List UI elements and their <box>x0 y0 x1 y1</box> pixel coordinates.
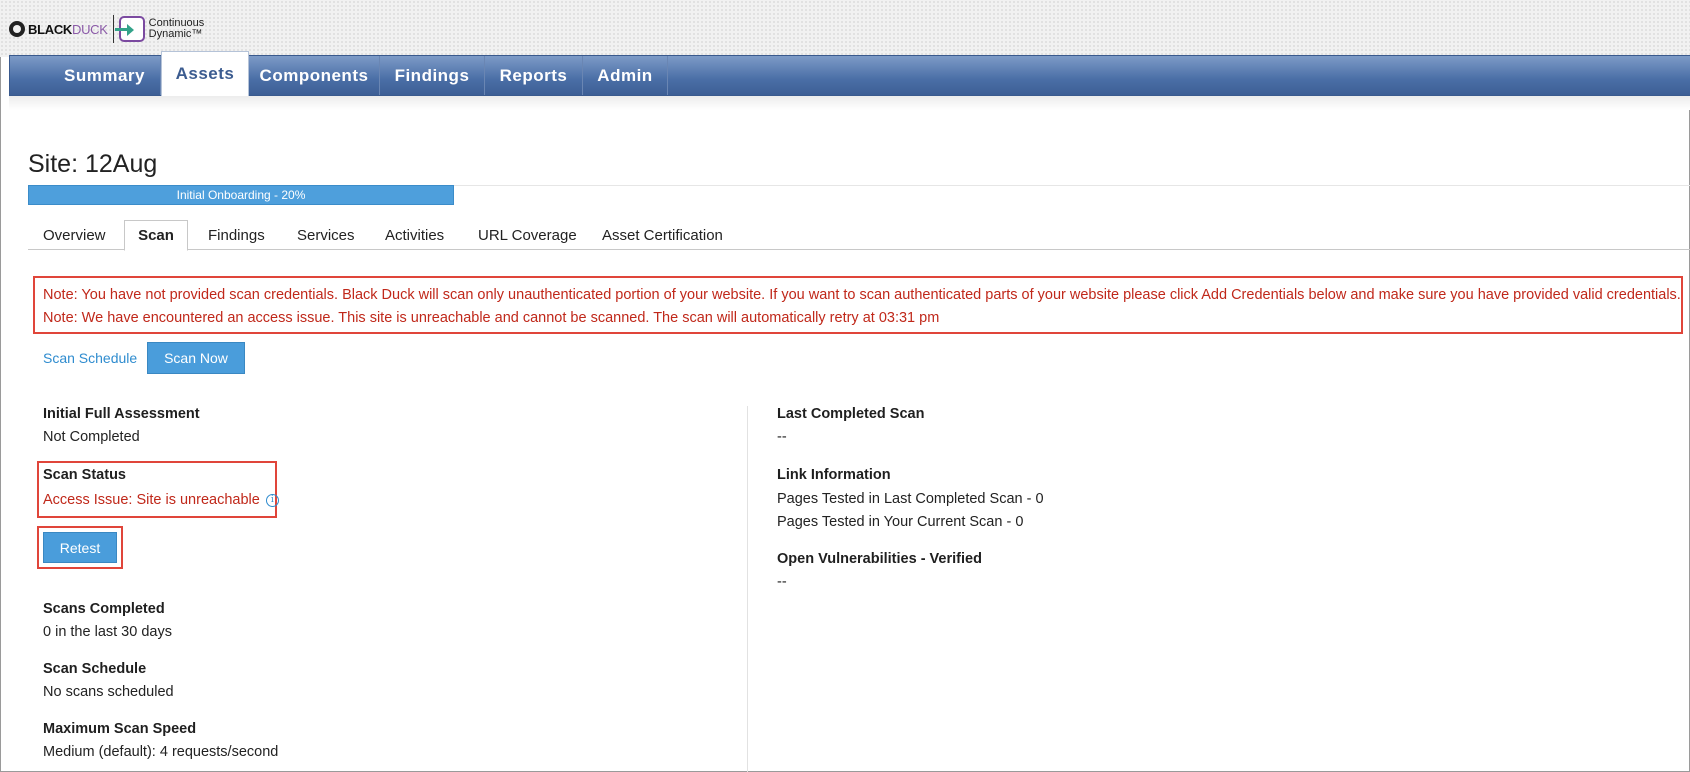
nav-findings[interactable]: Findings <box>380 56 485 95</box>
scan-status-text: Access Issue: Site is unreachable <box>43 492 260 508</box>
tab-findings[interactable]: Findings <box>208 220 265 250</box>
scan-notes-alert: Note: You have not provided scan credent… <box>33 276 1683 334</box>
tab-url-coverage[interactable]: URL Coverage <box>478 220 577 250</box>
scan-schedule-value: No scans scheduled <box>43 684 174 700</box>
scan-status-value: Access Issue: Site is unreachable i <box>43 492 279 508</box>
nav-reports[interactable]: Reports <box>485 56 583 95</box>
tab-scan[interactable]: Scan <box>124 220 188 251</box>
brand-duck-text: DUCK <box>72 21 108 37</box>
open-vulnerabilities-label: Open Vulnerabilities - Verified <box>777 551 982 567</box>
scan-status-label: Scan Status <box>43 467 126 483</box>
app-header: BLACK DUCK Continuous Dynamic™ <box>0 0 1690 57</box>
site-subtabs: Overview Scan Findings Services Activiti… <box>28 220 1690 251</box>
pages-tested-current-scan: Pages Tested in Your Current Scan - 0 <box>777 514 1024 530</box>
column-divider <box>747 406 748 772</box>
page-title: Site: 12Aug <box>28 150 158 178</box>
last-completed-scan-label: Last Completed Scan <box>777 406 925 422</box>
open-vulnerabilities-value: -- <box>777 574 787 590</box>
note-access-issue: Note: We have encountered an access issu… <box>43 310 940 326</box>
tab-services[interactable]: Services <box>297 220 355 250</box>
note-credentials: Note: You have not provided scan credent… <box>43 287 1681 303</box>
scans-completed-value: 0 in the last 30 days <box>43 624 172 640</box>
nav-assets[interactable]: Assets <box>161 51 249 96</box>
product-name: Continuous Dynamic™ <box>149 18 205 40</box>
scan-schedule-link[interactable]: Scan Schedule <box>43 350 137 366</box>
initial-assessment-label: Initial Full Assessment <box>43 406 200 422</box>
scan-schedule-label: Scan Schedule <box>43 661 147 677</box>
initial-assessment-value: Not Completed <box>43 429 140 445</box>
pages-tested-last-scan: Pages Tested in Last Completed Scan - 0 <box>777 491 1044 507</box>
black-duck-logo-icon <box>9 21 25 37</box>
nav-admin[interactable]: Admin <box>583 56 668 95</box>
tab-asset-certification[interactable]: Asset Certification <box>602 220 723 250</box>
scans-completed-label: Scans Completed <box>43 601 165 617</box>
progress-track-line <box>454 185 1690 186</box>
nav-summary[interactable]: Summary <box>49 56 161 95</box>
last-completed-scan-value: -- <box>777 429 787 445</box>
tab-overview[interactable]: Overview <box>43 220 106 250</box>
retest-button[interactable]: Retest <box>43 532 117 563</box>
product-name-line2: Dynamic™ <box>148 28 203 40</box>
nav-shadow <box>9 96 1690 110</box>
scan-now-button[interactable]: Scan Now <box>147 342 245 374</box>
max-scan-speed-value: Medium (default): 4 requests/second <box>43 744 279 760</box>
logo-separator <box>112 15 114 43</box>
max-scan-speed-label: Maximum Scan Speed <box>43 721 197 737</box>
tab-activities[interactable]: Activities <box>385 220 444 250</box>
brand-black-text: BLACK <box>28 21 72 37</box>
window-frame <box>0 0 1690 772</box>
onboarding-progress-bar: Initial Onboarding - 20% <box>28 185 454 205</box>
brand-logo[interactable]: BLACK DUCK Continuous Dynamic™ <box>9 14 204 44</box>
continuous-dynamic-icon <box>114 16 145 42</box>
main-nav: Summary Assets Components Findings Repor… <box>9 51 1690 96</box>
info-icon[interactable]: i <box>265 493 279 507</box>
nav-components[interactable]: Components <box>249 56 380 95</box>
link-information-label: Link Information <box>777 467 891 483</box>
